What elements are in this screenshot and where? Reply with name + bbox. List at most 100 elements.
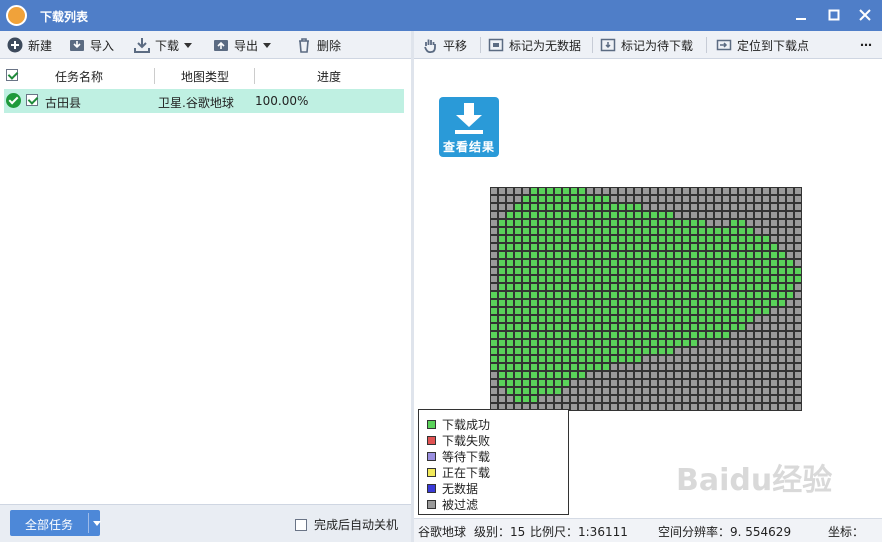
map-tile[interactable] — [730, 291, 738, 299]
import-button[interactable]: 导入 — [69, 35, 114, 55]
map-tile[interactable] — [626, 315, 634, 323]
map-tile[interactable] — [530, 203, 538, 211]
map-tile[interactable] — [770, 227, 778, 235]
map-tile[interactable] — [706, 283, 714, 291]
map-tile[interactable] — [514, 299, 522, 307]
map-tile[interactable] — [786, 355, 794, 363]
map-tile[interactable] — [714, 243, 722, 251]
map-tile[interactable] — [690, 203, 698, 211]
map-tile[interactable] — [514, 267, 522, 275]
map-tile[interactable] — [530, 275, 538, 283]
map-tile[interactable] — [586, 243, 594, 251]
map-tile[interactable] — [722, 299, 730, 307]
map-tile[interactable] — [538, 379, 546, 387]
map-tile[interactable] — [626, 387, 634, 395]
map-tile[interactable] — [602, 203, 610, 211]
map-tile[interactable] — [578, 395, 586, 403]
map-tile[interactable] — [714, 219, 722, 227]
map-tile[interactable] — [562, 267, 570, 275]
map-tile[interactable] — [650, 203, 658, 211]
map-tile[interactable] — [530, 323, 538, 331]
map-tile[interactable] — [618, 227, 626, 235]
map-tile[interactable] — [650, 363, 658, 371]
map-tile[interactable] — [586, 227, 594, 235]
map-tile[interactable] — [586, 275, 594, 283]
map-tile[interactable] — [538, 387, 546, 395]
map-tile[interactable] — [666, 243, 674, 251]
map-tile[interactable] — [618, 371, 626, 379]
map-tile[interactable] — [498, 235, 506, 243]
map-tile[interactable] — [514, 347, 522, 355]
map-tile[interactable] — [778, 299, 786, 307]
map-tile[interactable] — [642, 227, 650, 235]
map-tile[interactable] — [594, 187, 602, 195]
map-tile[interactable] — [554, 395, 562, 403]
map-tile[interactable] — [570, 355, 578, 363]
map-tile[interactable] — [506, 203, 514, 211]
map-tile[interactable] — [690, 363, 698, 371]
map-tile[interactable] — [746, 307, 754, 315]
map-tile[interactable] — [610, 347, 618, 355]
map-tile[interactable] — [650, 259, 658, 267]
map-tile[interactable] — [634, 267, 642, 275]
map-tile[interactable] — [634, 203, 642, 211]
map-tile[interactable] — [674, 363, 682, 371]
map-tile[interactable] — [786, 275, 794, 283]
map-tile[interactable] — [666, 227, 674, 235]
map-tile[interactable] — [690, 235, 698, 243]
map-tile[interactable] — [538, 275, 546, 283]
map-tile[interactable] — [546, 355, 554, 363]
map-tile[interactable] — [578, 187, 586, 195]
map-tile[interactable] — [754, 211, 762, 219]
map-tile[interactable] — [690, 355, 698, 363]
map-tile[interactable] — [690, 403, 698, 411]
map-tile[interactable] — [714, 251, 722, 259]
map-tile[interactable] — [618, 259, 626, 267]
map-tile[interactable] — [730, 363, 738, 371]
map-tile[interactable] — [770, 315, 778, 323]
map-tile[interactable] — [762, 355, 770, 363]
map-tile[interactable] — [642, 371, 650, 379]
export-button[interactable]: 导出 — [213, 35, 272, 55]
map-tile[interactable] — [642, 315, 650, 323]
map-tile[interactable] — [698, 379, 706, 387]
map-tile[interactable] — [754, 291, 762, 299]
map-tile[interactable] — [650, 251, 658, 259]
map-tile[interactable] — [602, 299, 610, 307]
map-tile[interactable] — [778, 283, 786, 291]
map-tile[interactable] — [794, 363, 802, 371]
map-tile[interactable] — [634, 347, 642, 355]
map-tile[interactable] — [794, 347, 802, 355]
map-tile[interactable] — [602, 235, 610, 243]
map-tile[interactable] — [538, 355, 546, 363]
map-tile[interactable] — [794, 251, 802, 259]
map-tile[interactable] — [594, 259, 602, 267]
map-tile[interactable] — [498, 395, 506, 403]
map-tile[interactable] — [578, 339, 586, 347]
map-tile[interactable] — [570, 307, 578, 315]
map-tile[interactable] — [506, 379, 514, 387]
map-tile[interactable] — [634, 387, 642, 395]
map-tile[interactable] — [666, 267, 674, 275]
map-tile[interactable] — [722, 339, 730, 347]
map-tile[interactable] — [498, 323, 506, 331]
map-tile[interactable] — [666, 347, 674, 355]
map-tile[interactable] — [570, 219, 578, 227]
map-tile[interactable] — [530, 243, 538, 251]
map-tile[interactable] — [618, 307, 626, 315]
map-tile[interactable] — [650, 267, 658, 275]
map-tile[interactable] — [714, 235, 722, 243]
map-tile[interactable] — [754, 379, 762, 387]
map-tile[interactable] — [586, 211, 594, 219]
map-tile[interactable] — [770, 291, 778, 299]
map-tile[interactable] — [794, 219, 802, 227]
map-tile[interactable] — [562, 331, 570, 339]
map-tile[interactable] — [706, 307, 714, 315]
map-tile[interactable] — [666, 291, 674, 299]
map-tile[interactable] — [770, 211, 778, 219]
map-tile[interactable] — [658, 403, 666, 411]
map-tile[interactable] — [546, 347, 554, 355]
map-tile[interactable] — [634, 283, 642, 291]
map-tile[interactable] — [706, 315, 714, 323]
map-tile[interactable] — [666, 259, 674, 267]
